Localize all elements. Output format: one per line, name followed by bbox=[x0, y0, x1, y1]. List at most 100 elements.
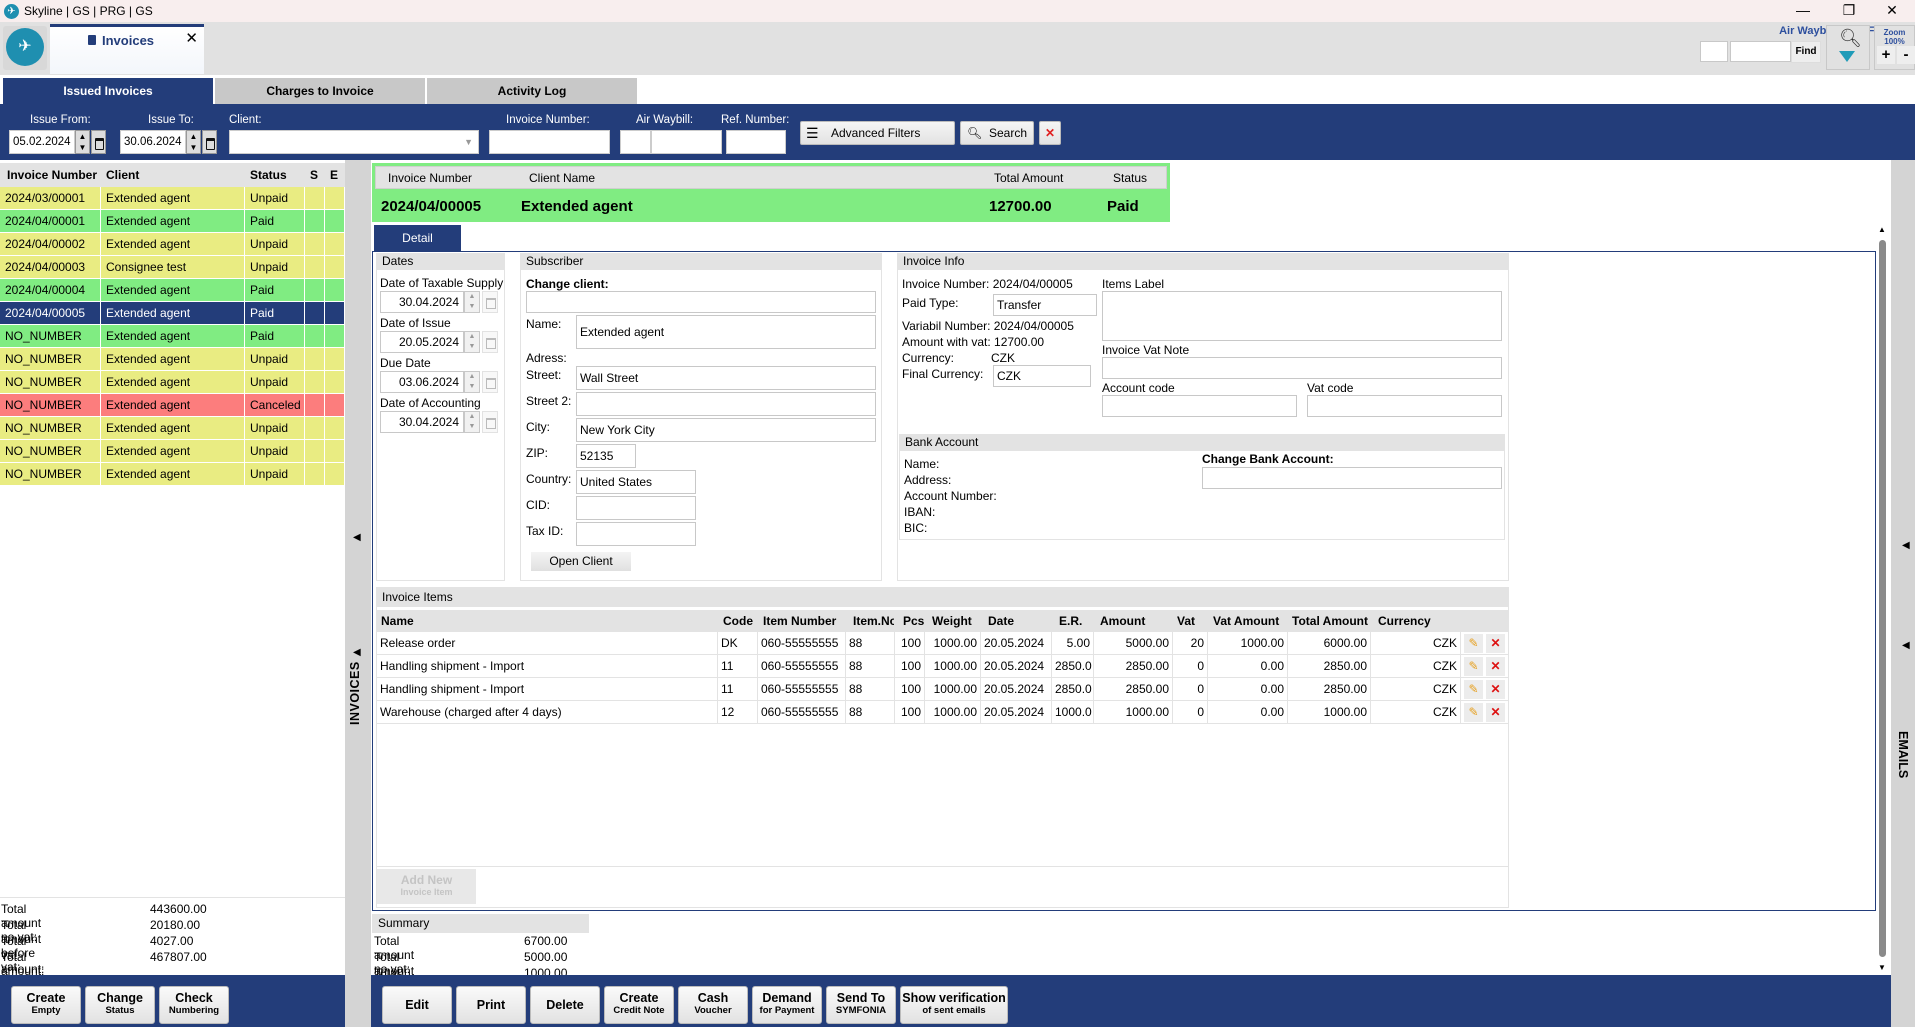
calendar-icon[interactable] bbox=[91, 130, 106, 154]
invoices-panel-splitter[interactable]: ◀ INVOICES ◀ bbox=[345, 160, 371, 1027]
tab-issued-invoices[interactable]: Issued Invoices bbox=[3, 78, 213, 104]
taxid-input[interactable] bbox=[576, 522, 696, 546]
delete-button[interactable]: Delete bbox=[530, 986, 600, 1024]
invoice-row[interactable]: 2024/04/00001 Extended agent Paid bbox=[0, 210, 345, 233]
invoice-row[interactable]: 2024/04/00003 Consignee test Unpaid bbox=[0, 256, 345, 279]
invoice-row[interactable]: 2024/03/00001 Extended agent Unpaid bbox=[0, 187, 345, 210]
col-s[interactable]: S bbox=[310, 168, 318, 182]
demand-for-payment-button[interactable]: Demand for Payment bbox=[752, 986, 822, 1024]
issue-from-input[interactable]: 05.02.2024 bbox=[9, 130, 75, 154]
change-bank-account-input[interactable] bbox=[1202, 467, 1502, 489]
detail-scrollbar[interactable]: ▲ ▼ bbox=[1878, 225, 1888, 975]
date-field-input[interactable]: 03.06.2024 bbox=[380, 371, 464, 393]
delete-item-icon[interactable]: ✕ bbox=[1486, 657, 1505, 676]
emails-panel-toggle[interactable]: ◀ EMAILS ◀ bbox=[1891, 160, 1915, 1027]
cash-voucher-button[interactable]: Cash Voucher bbox=[678, 986, 748, 1024]
final-currency-input[interactable]: CZK bbox=[993, 365, 1091, 387]
calendar-icon[interactable] bbox=[482, 291, 498, 313]
paid-type-input[interactable]: Transfer bbox=[993, 294, 1097, 316]
delete-item-icon[interactable]: ✕ bbox=[1486, 703, 1505, 722]
logo-button[interactable]: ✈ bbox=[3, 26, 47, 70]
calendar-icon[interactable] bbox=[482, 371, 498, 393]
delete-item-icon[interactable]: ✕ bbox=[1486, 680, 1505, 699]
document-tab-invoices[interactable]: Invoices ✕ bbox=[50, 24, 204, 74]
col-invoice-number[interactable]: Invoice Number bbox=[7, 168, 97, 182]
calendar-icon[interactable] bbox=[482, 411, 498, 433]
expand-right-icon[interactable]: ◀ bbox=[1902, 640, 1910, 651]
invoice-row[interactable]: NO_NUMBER Extended agent Unpaid bbox=[0, 463, 345, 486]
zip-input[interactable]: 52135 bbox=[576, 444, 636, 468]
invoice-item-row[interactable]: Handling shipment - Import 11 060-55555555… bbox=[377, 655, 1508, 678]
invoice-row[interactable]: 2024/04/00005 Extended agent Paid bbox=[0, 302, 345, 325]
date-spinner[interactable]: ▲ ▼ bbox=[464, 291, 480, 313]
items-label-input[interactable] bbox=[1102, 291, 1502, 341]
scrollbar-thumb[interactable] bbox=[1879, 240, 1886, 957]
create-credit-note-button[interactable]: Create Credit Note bbox=[604, 986, 674, 1024]
tab-charges-to-invoice[interactable]: Charges to Invoice bbox=[215, 78, 425, 104]
issue-to-input[interactable]: 30.06.2024 bbox=[120, 130, 186, 154]
add-new-invoice-item-button[interactable]: Add New Invoice Item bbox=[377, 869, 476, 904]
edit-item-icon[interactable]: ✎ bbox=[1464, 634, 1483, 653]
invoice-item-row[interactable]: Release order DK 060-55555555 88 100 1000.00 2… bbox=[377, 632, 1508, 655]
invoice-row[interactable]: 2024/04/00004 Extended agent Paid bbox=[0, 279, 345, 302]
name-input[interactable]: Extended agent bbox=[576, 315, 876, 349]
date-spinner[interactable]: ▲ ▼ bbox=[464, 411, 480, 433]
change-status-button[interactable]: Change Status bbox=[85, 986, 155, 1024]
minimize-button[interactable]: — bbox=[1780, 0, 1826, 22]
invoice-row[interactable]: NO_NUMBER Extended agent Unpaid bbox=[0, 371, 345, 394]
street2-input[interactable] bbox=[576, 392, 876, 416]
advanced-filters-button[interactable]: ☰ Advanced Filters bbox=[800, 121, 955, 145]
send-to-symfonia-button[interactable]: Send To SYMFONIA bbox=[826, 986, 896, 1024]
check-numbering-button[interactable]: Check Numbering bbox=[159, 986, 229, 1024]
client-select[interactable]: ▼ bbox=[229, 130, 479, 154]
global-search-button[interactable]: 🔍︎ bbox=[1826, 25, 1870, 70]
scroll-up-icon[interactable]: ▲ bbox=[1878, 225, 1886, 234]
zoom-in-button[interactable]: + bbox=[1877, 46, 1895, 64]
create-empty-button[interactable]: Create Empty bbox=[11, 986, 81, 1024]
date-field-input[interactable]: 30.04.2024 bbox=[380, 411, 464, 433]
edit-item-icon[interactable]: ✎ bbox=[1464, 680, 1483, 699]
search-button[interactable]: 🔍︎ Search bbox=[960, 121, 1034, 145]
date-field-input[interactable]: 30.04.2024 bbox=[380, 291, 464, 313]
invoice-row[interactable]: NO_NUMBER Extended agent Unpaid bbox=[0, 348, 345, 371]
restore-button[interactable]: ❐ bbox=[1826, 0, 1872, 22]
vat-code-input[interactable] bbox=[1307, 395, 1502, 417]
city-input[interactable]: New York City bbox=[576, 418, 876, 442]
calendar-icon[interactable] bbox=[482, 331, 498, 353]
clear-filters-button[interactable]: ✕ bbox=[1039, 121, 1061, 145]
ref-number-input[interactable] bbox=[726, 130, 786, 154]
edit-item-icon[interactable]: ✎ bbox=[1464, 703, 1483, 722]
country-input[interactable]: United States bbox=[576, 470, 696, 494]
col-e[interactable]: E bbox=[330, 168, 338, 182]
air-waybill-input[interactable] bbox=[651, 130, 722, 154]
zoom-out-button[interactable]: - bbox=[1897, 46, 1915, 64]
collapse-left-icon[interactable]: ◀ bbox=[353, 647, 361, 658]
print-button[interactable]: Print bbox=[456, 986, 526, 1024]
awb-prefix-input[interactable] bbox=[1700, 41, 1728, 62]
change-client-input[interactable] bbox=[526, 291, 876, 313]
close-window-button[interactable]: ✕ bbox=[1869, 0, 1915, 22]
invoice-row[interactable]: NO_NUMBER Extended agent Unpaid bbox=[0, 440, 345, 463]
invoice-item-row[interactable]: Warehouse (charged after 4 days) 12 060-55… bbox=[377, 701, 1508, 724]
invoice-row[interactable]: NO_NUMBER Extended agent Paid bbox=[0, 325, 345, 348]
invoice-item-row[interactable]: Handling shipment - Import 11 060-55555555… bbox=[377, 678, 1508, 701]
tab-detail[interactable]: Detail bbox=[374, 225, 461, 251]
vat-note-input[interactable] bbox=[1102, 357, 1502, 379]
account-code-input[interactable] bbox=[1102, 395, 1297, 417]
issue-from-spinner[interactable]: ▲ ▼ bbox=[75, 130, 90, 154]
close-tab-icon[interactable]: ✕ bbox=[185, 29, 198, 47]
edit-item-icon[interactable]: ✎ bbox=[1464, 657, 1483, 676]
open-client-button[interactable]: Open Client bbox=[531, 552, 631, 571]
col-status[interactable]: Status bbox=[250, 168, 287, 182]
street-input[interactable]: Wall Street bbox=[576, 366, 876, 390]
show-verification-button[interactable]: Show verification of sent emails bbox=[900, 986, 1008, 1024]
date-spinner[interactable]: ▲ ▼ bbox=[464, 331, 480, 353]
invoice-row[interactable]: 2024/04/00002 Extended agent Unpaid bbox=[0, 233, 345, 256]
invoice-number-input[interactable] bbox=[489, 130, 610, 154]
cid-input[interactable] bbox=[576, 496, 696, 520]
col-client[interactable]: Client bbox=[106, 168, 139, 182]
delete-item-icon[interactable]: ✕ bbox=[1486, 634, 1505, 653]
date-spinner[interactable]: ▲ ▼ bbox=[464, 371, 480, 393]
invoice-row[interactable]: NO_NUMBER Extended agent Unpaid bbox=[0, 417, 345, 440]
scroll-down-icon[interactable]: ▼ bbox=[1878, 963, 1886, 972]
